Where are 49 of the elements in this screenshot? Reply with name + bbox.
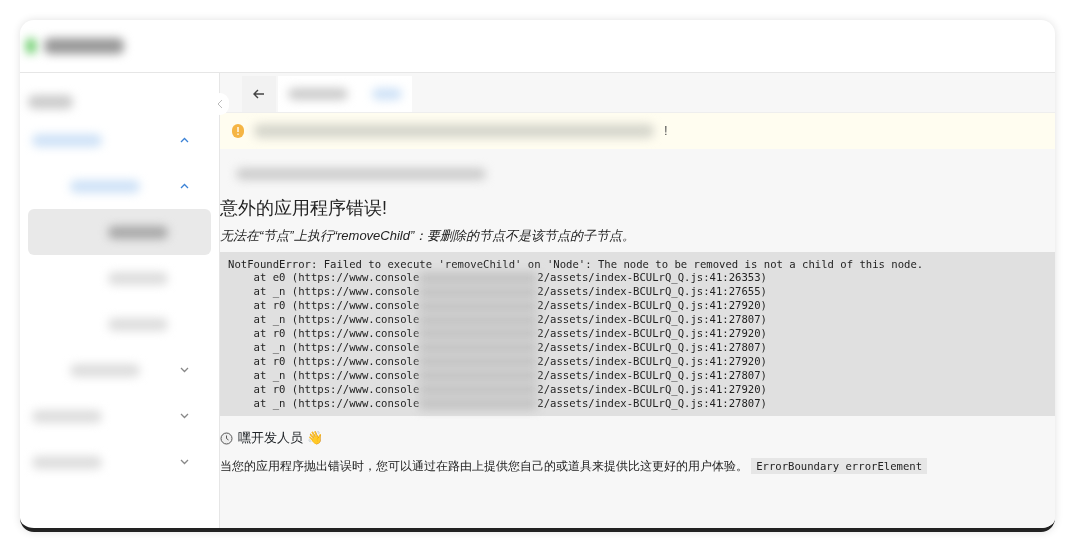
back-arrow-icon <box>252 87 266 101</box>
stack-line: 2/assets/index-BCULrQ_Q.js:41:27920) <box>537 299 767 314</box>
blurred-text <box>70 363 140 377</box>
chevron-down-icon <box>180 459 189 465</box>
greeting-text: 嘿开发人员 👋 <box>238 429 323 448</box>
blurred-text <box>32 455 102 469</box>
blurred-text <box>108 225 168 239</box>
stack-line: 2/assets/index-BCULrQ_Q.js:41:27807) <box>537 396 767 411</box>
blurred-text <box>372 88 402 100</box>
blurred-text <box>28 95 73 109</box>
stack-line: 2/assets/index-BCULrQ_Q.js:41:27807) <box>537 340 767 355</box>
error-title: 意外的应用程序错误! <box>220 197 388 220</box>
code-text: ErrorBoundary errorElement <box>751 457 928 474</box>
blurred-text <box>32 133 102 147</box>
chevron-left-icon <box>217 99 223 109</box>
stack-line: at _n (https://www.console <box>252 285 420 300</box>
stack-line: at e0 (https://www.console <box>252 271 420 286</box>
stack-line: 2/assets/index-BCULrQ_Q.js:41:27920) <box>537 382 767 397</box>
stack-line: NotFoundError: Failed to execute 'removeChild' on 'Node': The node to be removed is not a child of this node. <box>228 257 924 272</box>
logo-icon <box>26 38 36 54</box>
blurred-text <box>70 179 140 193</box>
stack-line: 2/assets/index-BCULrQ_Q.js:41:27920) <box>537 327 767 341</box>
stack-line: 2/assets/index-BCULrQ_Q.js:41:27655) <box>537 285 767 300</box>
back-button[interactable] <box>242 76 276 112</box>
stack-line: at r0 (https://www.console <box>252 327 420 341</box>
stack-line: 2/assets/index-BCULrQ_Q.js:41:27920) <box>537 354 767 369</box>
blurred-text <box>108 271 168 285</box>
stack-line: 2/assets/index-BCULrQ_Q.js:41:27807) <box>537 368 767 383</box>
error-message: 无法在“节点”上执行“removeChild”：要删除的节点不是该节点的子节点。 <box>220 227 637 245</box>
chevron-down-icon <box>180 367 189 373</box>
blurred-text <box>288 88 348 100</box>
chevron-down-icon <box>180 413 189 419</box>
stack-line: at _n (https://www.console <box>252 368 420 383</box>
sidebar-item[interactable] <box>28 209 211 255</box>
stack-line: 2/assets/index-BCULrQ_Q.js:41:27807) <box>537 313 767 328</box>
stack-line: at r0 (https://www.console <box>252 354 420 369</box>
hint-text: 当您的应用程序抛出错误时，您可以通过在路由上提供您自己的或道具来提供比这更好的用户体验。 <box>220 459 748 472</box>
stack-line: at r0 (https://www.console <box>252 382 420 397</box>
stack-line: at _n (https://www.console <box>252 313 420 328</box>
chevron-up-icon <box>180 137 189 143</box>
stack-line: at r0 (https://www.console <box>252 299 420 314</box>
stack-line: 2/assets/index-BCULrQ_Q.js:41:26353) <box>537 271 767 286</box>
chevron-up-icon <box>180 183 189 189</box>
warning-icon <box>232 124 244 138</box>
notice-text: ! <box>664 122 668 141</box>
stack-line: at _n (https://www.console <box>252 396 420 411</box>
blurred-text <box>32 409 102 423</box>
stack-line: at _n (https://www.console <box>252 340 420 355</box>
blurred-text <box>108 317 168 331</box>
